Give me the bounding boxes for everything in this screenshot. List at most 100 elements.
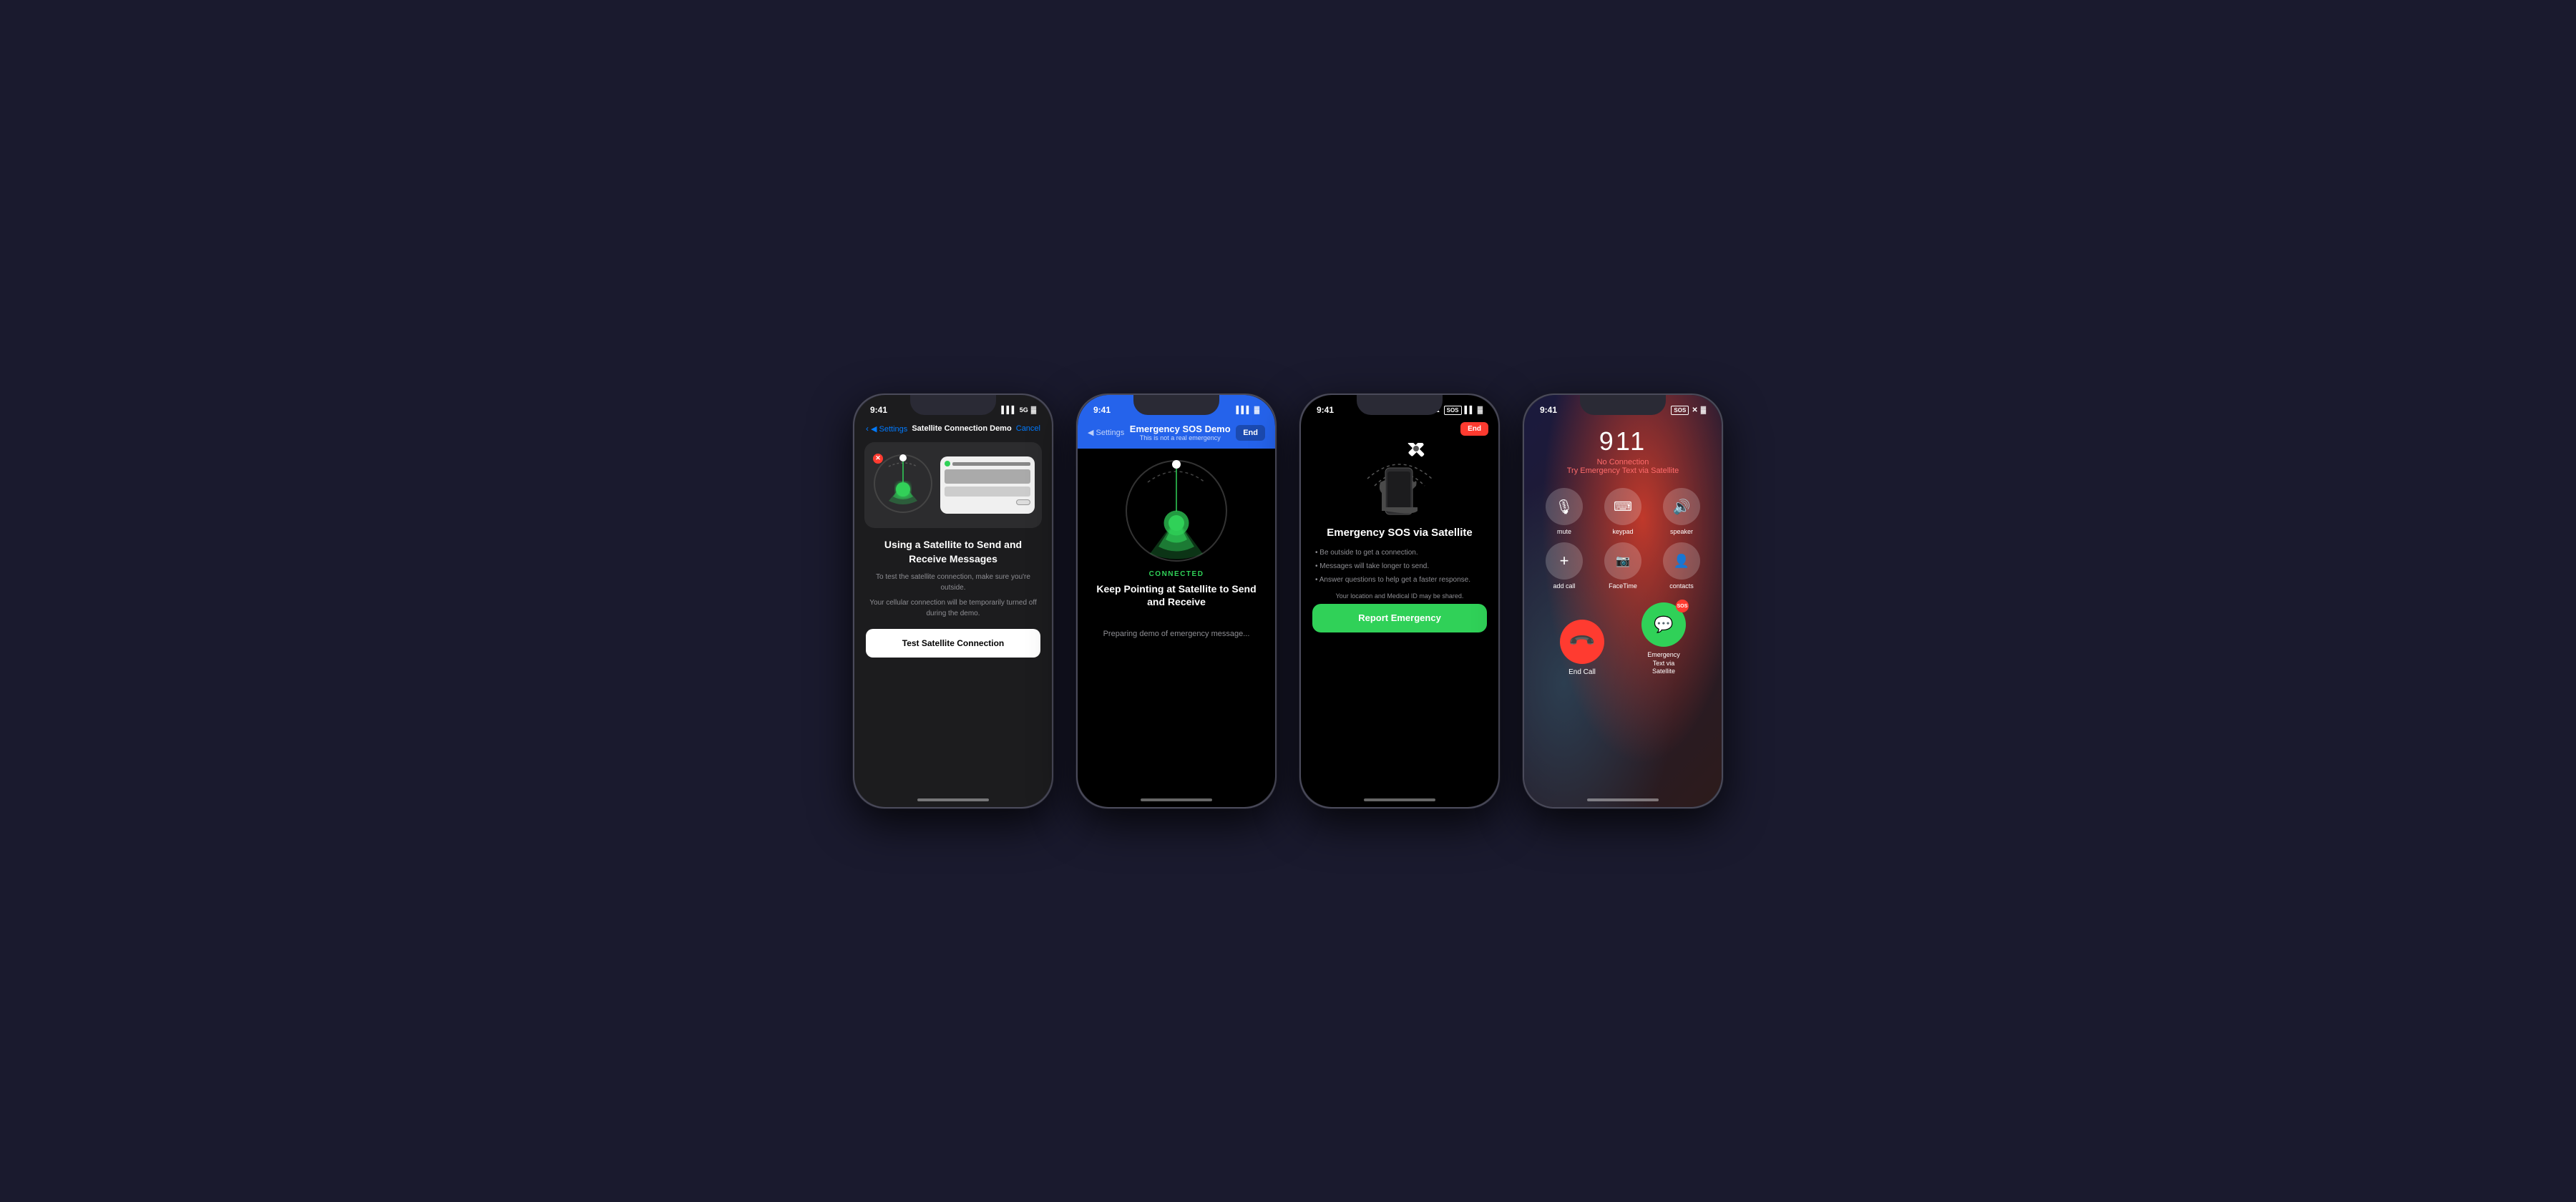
home-indicator-3 [1364,798,1435,801]
back-arrow-icon: ‹ [866,424,869,434]
bullet-3: • Answer questions to help get a faster … [1315,575,1484,585]
call-controls: 🎙 mute ⌨ keypad 🔊 speaker + add call [1524,477,1722,597]
sos-status-badge: SOS [1671,406,1689,415]
phone2-main-title: Keep Pointing at Satellite to Send and R… [1089,582,1264,608]
btn-area [945,499,1030,505]
speaker-control[interactable]: 🔊 speaker [1656,488,1707,535]
facetime-icon: 📷 [1604,542,1641,580]
location-note: Your location and Medical ID may be shar… [1301,592,1498,600]
rect1 [945,469,1030,484]
satellite-circle: ✕ [872,452,935,519]
phone-side-btn [853,545,854,581]
emergency-bar: ◀ Settings Emergency SOS Demo This is no… [1078,421,1275,449]
add-call-control[interactable]: + add call [1538,542,1590,590]
status-bar-2: 9:41 ▌▌▌ ▓ [1078,395,1275,421]
phone-2: 9:41 ▌▌▌ ▓ ◀ Settings Emergency SOS Demo… [1076,394,1277,808]
phone-4: 9:41 SOS ✕ ▓ 911 No Connection Try Emerg… [1523,394,1723,808]
compass-svg [1123,457,1230,565]
end-button-2[interactable]: End [1236,425,1265,441]
report-btn-label: Report Emergency [1358,612,1441,623]
battery-icon-3: ▓ [1478,406,1483,414]
network-badge: 5G [1020,406,1028,414]
test-btn-label: Test Satellite Connection [902,638,1004,648]
demo-card: ✕ [864,442,1042,528]
battery-icon: ▓ [1031,406,1036,414]
status-bar-1: 9:41 ▌▌▌ 5G ▓ [854,395,1052,421]
time-3: 9:41 [1317,405,1334,415]
mute-label: mute [1557,528,1571,535]
no-connection-label: No Connection [1524,458,1722,466]
facetime-control[interactable]: 📷 FaceTime [1597,542,1649,590]
bullets-area: • Be outside to get a connection. • Mess… [1301,547,1498,585]
bar [952,462,1030,466]
phone-mockup-card [940,456,1035,514]
emergency-title: Emergency SOS Demo [1124,424,1236,434]
end-call-button[interactable]: 📞 End Call [1560,620,1604,676]
report-emergency-button[interactable]: Report Emergency [1312,604,1487,632]
speaker-label: speaker [1670,528,1693,535]
small-btn [1016,499,1030,505]
battery-icon-2: ▓ [1254,406,1259,414]
phone1-title: Using a Satellite to Send and Receive Me… [866,538,1040,566]
test-satellite-button[interactable]: Test Satellite Connection [866,629,1040,658]
scene: 9:41 ▌▌▌ 5G ▓ ‹ ◀ Settings Satellite Con… [824,365,1752,837]
phone-side-btn [1299,499,1300,534]
illustration-area [1301,443,1498,522]
status-bar-3: 9:41 ▲ SOS ▌▌ ▓ [1301,395,1498,421]
add-call-label: add call [1553,582,1575,590]
home-indicator-2 [1141,798,1212,801]
keypad-label: keypad [1612,528,1633,535]
sos-satellite-button[interactable]: 💬 SOS EmergencyText viaSatellite [1641,602,1686,676]
screen-2: 9:41 ▌▌▌ ▓ ◀ Settings Emergency SOS Demo… [1078,395,1275,807]
bullet-1: • Be outside to get a connection. [1315,547,1484,558]
sos-icon: SOS [1444,406,1462,415]
phone-1: 9:41 ▌▌▌ 5G ▓ ‹ ◀ Settings Satellite Con… [853,394,1053,808]
home-indicator-4 [1587,798,1659,801]
contacts-label: contacts [1669,582,1694,590]
end-call-label: End Call [1568,668,1596,676]
nav-bar-1: ‹ ◀ Settings Satellite Connection Demo C… [854,421,1052,438]
compass-area [1078,457,1275,565]
phone-side-btn [1276,495,1277,545]
speaker-icon: 🔊 [1663,488,1700,525]
rect2 [945,487,1030,497]
end-call-icon: 📞 [1551,610,1614,673]
phone-side-btn [1499,495,1500,545]
sos-label: EmergencyText viaSatellite [1647,651,1680,676]
phone1-body2: Your cellular connection will be tempora… [866,597,1040,619]
signal-icon-2: ▌▌▌ [1236,406,1251,414]
end-button-3[interactable]: End [1460,422,1488,436]
add-call-icon: + [1546,542,1583,580]
try-satellite-label: Try Emergency Text via Satellite [1524,466,1722,475]
call-number-area: 911 No Connection Try Emergency Text via… [1524,426,1722,475]
end-btn-area: End [1301,421,1498,437]
mute-control[interactable]: 🎙 mute [1538,488,1590,535]
call-number: 911 [1524,426,1722,456]
cancel-button[interactable]: Cancel [1016,424,1040,433]
emergency-sub: This is not a real emergency [1124,434,1236,441]
nav-title-1: Satellite Connection Demo [912,424,1011,433]
keypad-icon: ⌨ [1604,488,1641,525]
signal-icon: ▌▌▌ [1001,406,1016,414]
time-1: 9:41 [870,405,887,415]
blue-header: 9:41 ▌▌▌ ▓ ◀ Settings Emergency SOS Demo… [1078,395,1275,449]
keypad-control[interactable]: ⌨ keypad [1597,488,1649,535]
screen-3: 9:41 ▲ SOS ▌▌ ▓ End [1301,395,1498,807]
phone-side-btn [1076,466,1077,488]
phone-side-btn [1076,499,1077,534]
sos-badge-icon: SOS [1676,600,1689,612]
time-4: 9:41 [1540,405,1557,415]
bottom-buttons: 📞 End Call 💬 SOS EmergencyText viaSatell… [1524,602,1722,676]
home-indicator-1 [917,798,989,801]
phone-3: 9:41 ▲ SOS ▌▌ ▓ End [1299,394,1500,808]
contacts-control[interactable]: 👤 contacts [1656,542,1707,590]
time-2: 9:41 [1093,405,1111,415]
close-badge: ✕ [873,454,883,464]
phone-side-btn [853,466,854,488]
location-icon: ▲ [1434,406,1441,414]
facetime-label: FaceTime [1609,582,1637,590]
phone2-sub: Preparing demo of emergency message... [1089,630,1264,638]
back-settings[interactable]: ◀ Settings [1088,428,1124,437]
back-label: ◀ Settings [871,424,907,434]
back-button[interactable]: ‹ ◀ Settings [866,424,907,434]
